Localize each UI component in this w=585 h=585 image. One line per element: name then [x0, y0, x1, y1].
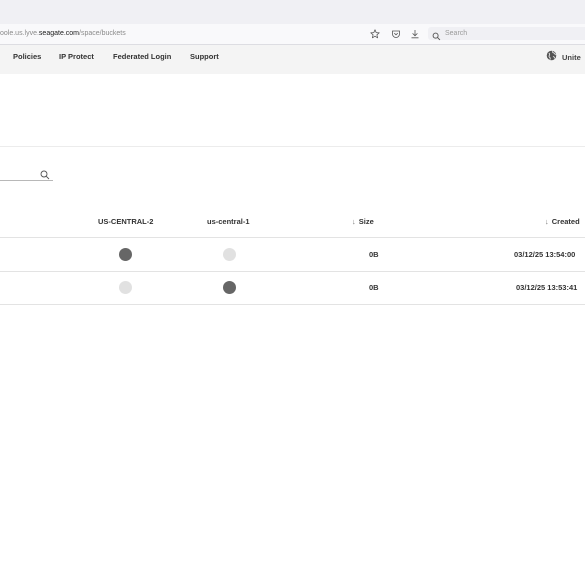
region-label: Unite: [562, 52, 581, 62]
table-row-2-size: 0B: [369, 283, 379, 292]
url-path: /space/buckets: [79, 30, 126, 37]
table-row-1-us-central-2-status: [119, 248, 132, 261]
column-header-us-central-2[interactable]: US-CENTRAL-2: [98, 216, 153, 228]
search-icon: [432, 28, 441, 46]
column-header-created-label: Created: [551, 217, 580, 226]
pocket-icon[interactable]: [389, 27, 403, 41]
nav-policies[interactable]: Policies: [13, 45, 41, 69]
column-header-us-central-1[interactable]: us-central-1: [207, 216, 250, 228]
table-row-1-size: 0B: [369, 250, 379, 259]
column-header-size[interactable]: ↓ Size: [352, 216, 374, 228]
url-prefix: oole.us.lyve.: [0, 30, 39, 37]
sort-arrow-icon: ↓: [352, 217, 356, 226]
address-bar[interactable]: oole.us.lyve.seagate.com/space/buckets: [0, 27, 126, 41]
table-header-divider: [0, 237, 585, 238]
url-host: seagate.com: [38, 30, 80, 37]
nav-ip-protect[interactable]: IP Protect: [59, 45, 94, 69]
table-row-2-created: 03/12/25 13:53:41: [516, 283, 578, 292]
section-divider: [0, 146, 585, 147]
globe-icon: [546, 48, 557, 66]
search-placeholder: Search: [445, 30, 468, 37]
app-navigation: Policies IP Protect Federated Login Supp…: [0, 45, 585, 74]
region-selector[interactable]: Unite: [546, 50, 581, 64]
download-icon[interactable]: [408, 27, 422, 41]
column-header-size-label: Size: [358, 217, 374, 226]
browser-search-box[interactable]: Search: [428, 27, 585, 41]
nav-support[interactable]: Support: [190, 45, 219, 69]
table-row-divider: [0, 304, 585, 305]
browser-tab-strip: [0, 0, 585, 24]
sort-arrow-icon: ↓: [545, 217, 549, 226]
table-row-1-us-central-1-status: [223, 248, 236, 261]
nav-federated-login[interactable]: Federated Login: [113, 45, 171, 69]
table-row-2-us-central-2-status: [119, 281, 132, 294]
column-header-created[interactable]: ↓ Created: [545, 216, 580, 228]
bookmark-star-icon[interactable]: [368, 27, 382, 41]
table-row-1-created: 03/12/25 13:54:00: [514, 250, 576, 259]
table-row-2-us-central-1-status: [223, 281, 236, 294]
table-row-divider: [0, 271, 585, 272]
search-icon[interactable]: [40, 167, 50, 185]
